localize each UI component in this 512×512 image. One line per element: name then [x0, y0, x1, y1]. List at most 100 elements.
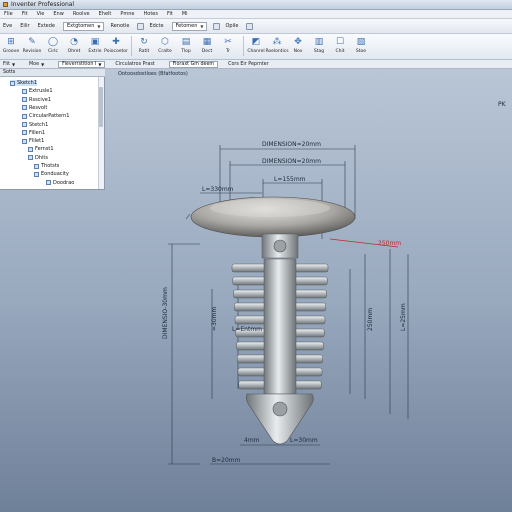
tree-item-label: CircularPattern1	[29, 113, 70, 120]
pattern-icon: ⁂	[272, 37, 282, 47]
dim-inner-left: =30mm	[211, 306, 218, 331]
tree-item[interactable]: Fernst1	[28, 146, 54, 152]
strip-item-2-label: Moe	[29, 61, 40, 67]
dim-bottom-in: 4mm	[244, 437, 260, 444]
quick-button-4[interactable]: Renotle	[110, 23, 129, 29]
tree-scrollbar-thumb[interactable]	[99, 87, 103, 127]
quick-button-6[interactable]: Opile	[225, 23, 238, 29]
feature-icon	[10, 80, 15, 86]
feature-icon	[34, 171, 39, 177]
ribbon-button-4[interactable]: ▣ Extrie	[86, 36, 104, 54]
menu-bar: Flie Fit Vie Enw Roolve Ehelt Pmne Hotes…	[0, 10, 512, 19]
neck-hole	[273, 239, 287, 253]
tree-item[interactable]: Eonduacity	[34, 171, 69, 177]
ribbon-button-label: Groove	[2, 49, 20, 54]
strip-item-4[interactable]: Cors Eir Peprnter	[228, 62, 269, 67]
tree-item-label: Extrusle1	[29, 88, 53, 95]
feature-icon	[22, 113, 27, 119]
ribbon-button-6[interactable]: ↻ Ratit	[135, 36, 153, 54]
quick-button-3[interactable]: Extede	[38, 23, 55, 29]
dim-inner-mid: L=Entmm	[232, 326, 262, 333]
menu-item-help[interactable]: Hotes	[144, 11, 158, 17]
tree-item[interactable]: Rsscive1	[22, 97, 51, 103]
quick-access-bar: Eve Eilir Extede Extgtomen ▼ Renotle Edc…	[0, 19, 512, 34]
tree-item-label: Rsscive1	[29, 96, 52, 103]
quick-dropdown-1[interactable]: Extgtomen ▼	[63, 21, 105, 31]
ribbon-button-1[interactable]: ✎ Revision	[23, 36, 42, 54]
ribbon-button-15[interactable]: ☐ Chit	[331, 36, 349, 54]
menu-item-format[interactable]: Ehelt	[99, 11, 112, 17]
quick-button-2[interactable]: Eilir	[20, 23, 29, 29]
rotate-icon: ↻	[140, 37, 148, 47]
tree-item[interactable]: Extrusle1	[22, 88, 53, 94]
ribbon-button-9[interactable]: ▦ Dect	[198, 36, 216, 54]
quick-dropdown-1-value: Extgtomen	[67, 23, 95, 29]
ribbon-toolbar: ⊞ Groove ✎ Revision ◯ Cirlc ◔ Ohret ▣ Extrie ✚ Poio…	[0, 34, 512, 60]
quick-button-1[interactable]: Eve	[3, 23, 12, 29]
ribbon-button-2[interactable]: ◯ Cirlc	[44, 36, 62, 54]
chevron-down-icon: ▼	[11, 61, 16, 67]
dim-l-left: L=330mm	[202, 186, 234, 193]
tree-item[interactable]: Thotsts	[34, 163, 59, 169]
tree-item[interactable]: Sketch1	[10, 80, 38, 86]
strip-box-1[interactable]: Fieverrstition I ▼	[58, 60, 106, 68]
tree-item[interactable]: CircularPattern1	[22, 113, 69, 119]
feature-icon	[22, 138, 27, 144]
ribbon-button-7[interactable]: ⬡ Cralte	[156, 36, 174, 54]
feature-icon	[34, 163, 39, 169]
menu-item-tools[interactable]: Roolve	[73, 11, 90, 17]
strip-box-2[interactable]: Fioraxt Gm deem	[168, 60, 219, 68]
ribbon-button-0[interactable]: ⊞ Groove	[2, 36, 20, 54]
ribbon-button-8[interactable]: ▤ Tlop	[177, 36, 195, 54]
strip-item-1[interactable]: Fiit ▼	[3, 62, 15, 67]
app-logo-icon	[3, 2, 8, 7]
tree-item[interactable]: Stetch1	[22, 122, 48, 128]
ribbon-button-5[interactable]: ✚ Poiocoetor	[104, 36, 128, 54]
strip-item-3[interactable]: Circulatros Prast	[115, 62, 154, 67]
dim-side-left: DIMENSIO-30mm	[162, 287, 169, 339]
strip-box-1-label: Fieverrstition I	[62, 61, 97, 67]
ribbon-button-16[interactable]: ▧ Stoe	[352, 36, 370, 54]
feature-icon	[28, 146, 33, 152]
tree-item[interactable]: Resvolt	[22, 105, 47, 111]
tree-item[interactable]: Dhits	[28, 155, 48, 161]
tree-item[interactable]: Flilet1	[22, 138, 44, 144]
menu-item-extra2[interactable]: Mi	[182, 11, 188, 17]
quick-dropdown-2[interactable]: Fetomen ▼	[171, 21, 208, 31]
feature-icon	[22, 130, 27, 136]
menu-item-file[interactable]: Flie	[4, 11, 13, 17]
strip-item-2[interactable]: Moe ▼	[29, 62, 44, 67]
ribbon-button-label: Dect	[201, 49, 213, 54]
tree-item[interactable]: Fillen1	[22, 130, 45, 136]
store-icon: ▧	[356, 37, 366, 47]
tree-item-label: Doodrao	[53, 179, 75, 186]
tree-scrollbar[interactable]	[98, 77, 104, 189]
ribbon-button-13[interactable]: ✥ Nov	[289, 36, 307, 54]
dim-top-1: DIMENSION=20mm	[262, 141, 321, 148]
tree-item[interactable]: Doodrao	[46, 180, 74, 186]
menu-item-view[interactable]: Vie	[37, 11, 45, 17]
menu-item-edit[interactable]: Fit	[22, 11, 28, 17]
tree-item-label: Fernst1	[35, 146, 54, 153]
ribbon-button-10[interactable]: ✂ Tr	[219, 36, 237, 54]
ribbon-button-label: Nov	[293, 49, 303, 54]
undo-icon[interactable]	[137, 22, 145, 30]
menu-item-insert[interactable]: Enw	[53, 11, 63, 17]
chevron-down-icon: ▼	[97, 23, 101, 29]
ribbon-button-14[interactable]: ▥ Stag	[310, 36, 328, 54]
menu-item-extra1[interactable]: Fit	[167, 11, 173, 17]
ribbon-button-12[interactable]: ⁂ Roelontics	[265, 36, 288, 54]
ribbon-button-11[interactable]: ◩ Chanrel	[247, 36, 265, 54]
redo-icon[interactable]	[213, 22, 221, 30]
feature-icon	[22, 105, 27, 111]
dim-right: L=25mm	[400, 303, 407, 331]
save-icon[interactable]	[246, 22, 254, 30]
quick-button-5[interactable]: Edcte	[149, 23, 163, 29]
ribbon-button-label: Tlop	[181, 49, 191, 54]
ribbon-button-label: Cirlc	[48, 49, 58, 54]
ribbon-button-3[interactable]: ◔ Ohret	[65, 36, 83, 54]
viewcube-label[interactable]: PK	[498, 101, 506, 108]
strip-item-4-label: Cors Eir Peprnter	[228, 61, 269, 67]
menu-item-window[interactable]: Pmne	[120, 11, 134, 17]
dim-bottom: B=20mm	[212, 457, 241, 464]
